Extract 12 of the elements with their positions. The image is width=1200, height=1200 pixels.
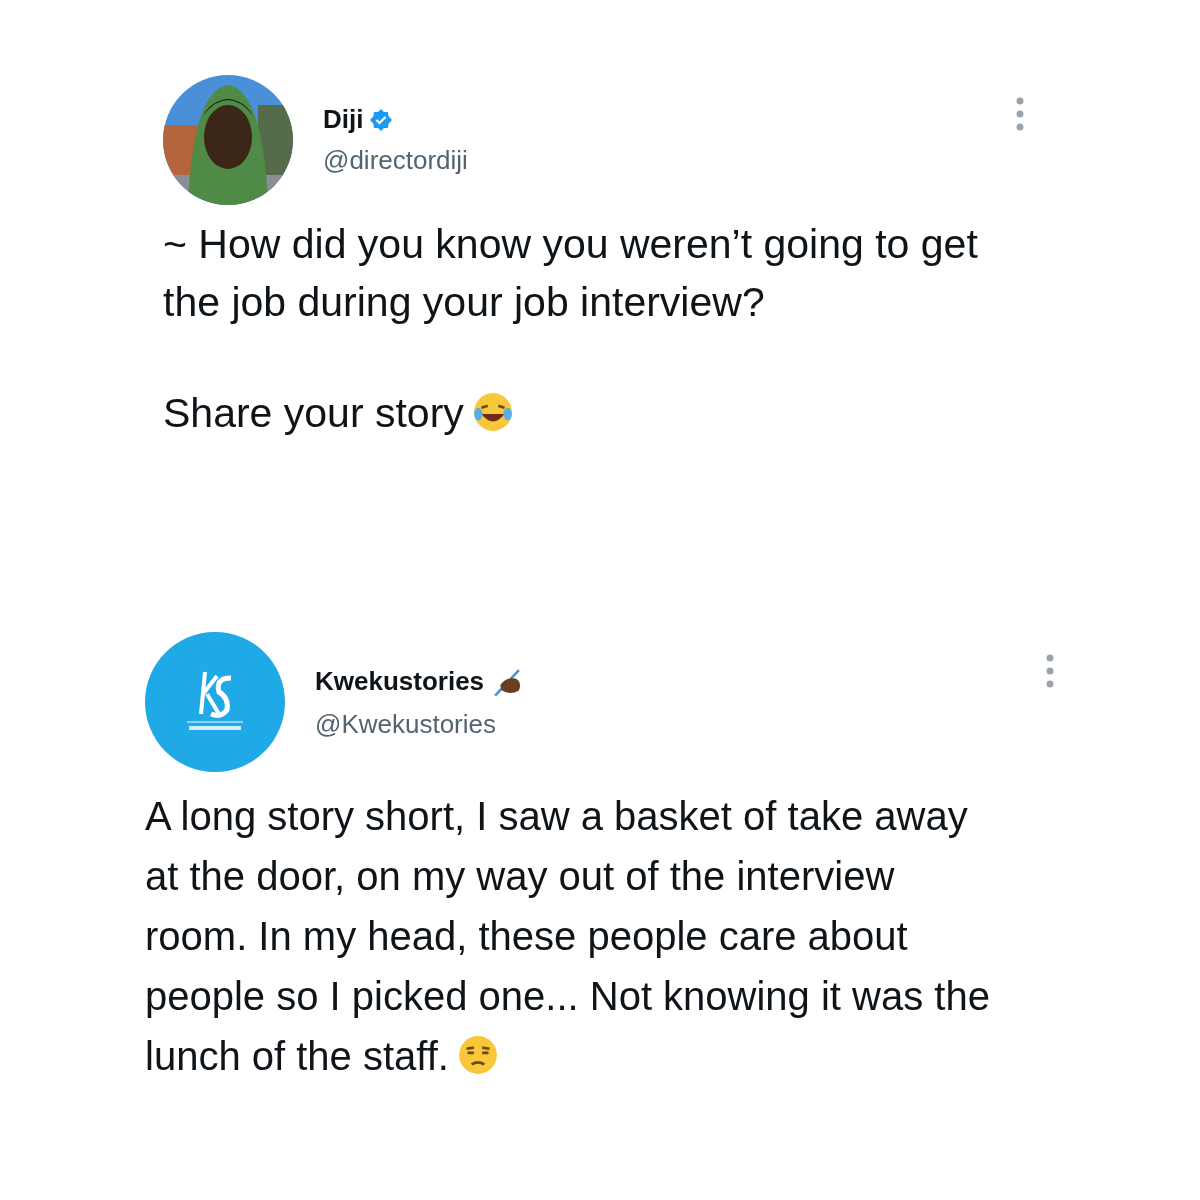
tweet-text: A long story short, I saw a basket of take away at the door, on my way out of the interview room. In my head, these people care about people so I picked one... Not knowing it was the lunch of the staff. — [145, 793, 991, 1080]
user-name[interactable]: Kwekustories — [315, 666, 485, 697]
laughing-face-icon — [471, 391, 514, 433]
tweet-text: Share your story — [163, 384, 1043, 442]
user-handle[interactable]: @directordiji — [323, 145, 468, 176]
more-options-icon[interactable] — [1016, 97, 1024, 131]
more-options-icon[interactable] — [1046, 654, 1054, 688]
logo-icon — [145, 632, 285, 772]
unamused-face-icon — [456, 1034, 499, 1076]
tweet-text: ~ How did you know you weren’t going to get the job during your job interview? — [163, 220, 979, 327]
user-name[interactable]: Diji — [323, 104, 364, 135]
user-handle[interactable]: @Kwekustories — [315, 708, 525, 740]
